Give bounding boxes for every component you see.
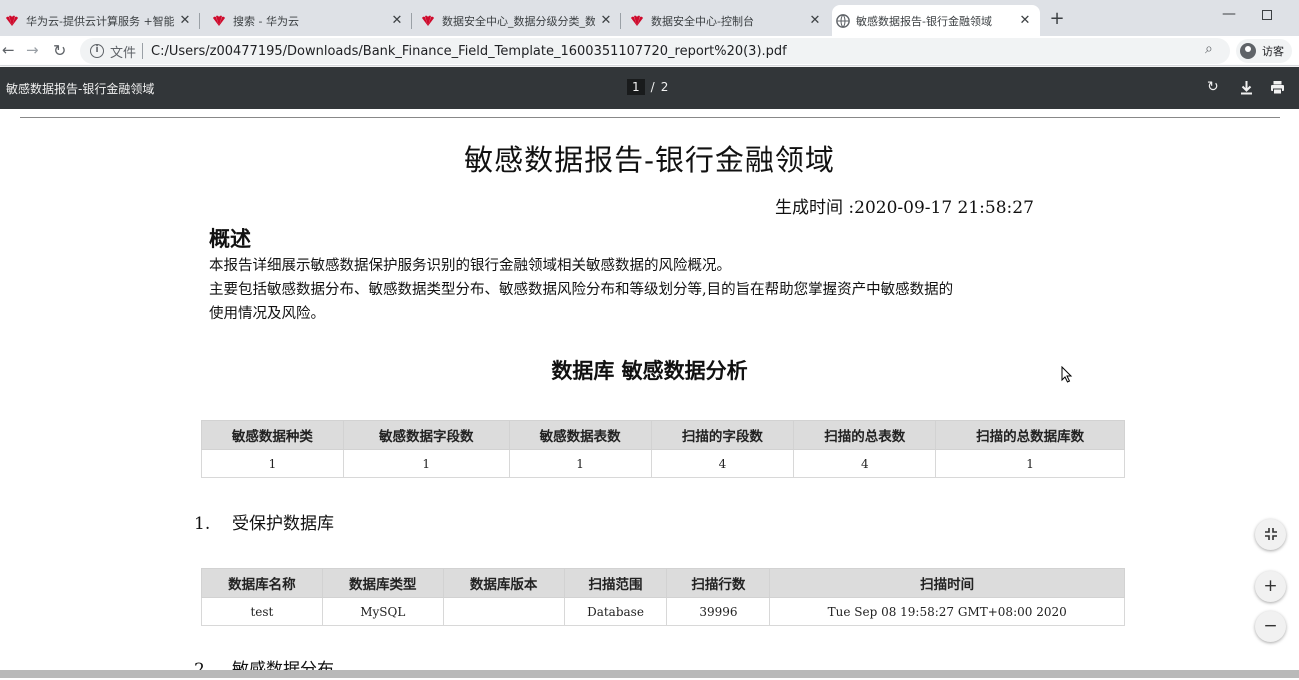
table-header-cell: 扫描的字段数 [650,420,795,450]
download-icon[interactable] [1240,80,1253,95]
table-header-row: 数据库名称 数据库类型 数据库版本 扫描范围 扫描行数 扫描时间 [201,568,1125,598]
table-cell: 4 [650,449,795,478]
overview-heading: 概述 [209,226,251,251]
tab-close-icon[interactable]: ✕ [390,13,404,28]
tab-title: 华为云-提供云计算服务 +智能, [26,14,174,28]
avatar-icon [1240,43,1256,59]
tab-title: 敏感数据报告-银行金融领域 [856,14,992,28]
subsection-label: 受保护数据库 [232,514,334,534]
section-title: 数据库 敏感数据分析 [551,358,748,383]
magnifier-icon[interactable]: ⌕ [1205,41,1213,57]
profile-label: 访客 [1262,45,1284,58]
forward-arrow-icon[interactable]: → [26,41,39,59]
profile-button[interactable]: 访客 [1236,39,1292,63]
page-number-input[interactable]: 1 [627,79,645,95]
table-header-cell: 敏感数据字段数 [342,420,510,450]
back-arrow-icon[interactable]: ← [2,41,15,59]
table-header-cell: 扫描范围 [563,568,668,598]
new-tab-button[interactable]: + [1046,8,1068,29]
table-row: test MySQL Database 39996 Tue Sep 08 19:… [201,597,1125,626]
window-maximize-button[interactable] [1262,10,1272,20]
horizontal-scrollbar[interactable] [0,670,1299,678]
zoom-in-icon[interactable]: + [1255,571,1286,602]
tab-title: 搜索 - 华为云 [233,14,299,28]
overview-line-3: 使用情况及风险。 [209,306,325,322]
tab-search[interactable]: 搜索 - 华为云 ✕ [207,5,412,36]
table-cell: 1 [201,449,344,478]
window-minimize-button[interactable]: — [1222,6,1236,22]
address-bar[interactable]: i 文件 C:/Users/z00477195/Downloads/Bank_F… [80,38,1230,64]
rotate-icon[interactable]: ↻ [1207,79,1219,95]
table-header-cell: 扫描行数 [666,568,771,598]
table-cell: 1 [342,449,510,478]
table-header-cell: 扫描时间 [769,568,1125,598]
tab-close-icon[interactable]: ✕ [1018,13,1032,28]
table-header-row: 敏感数据种类 敏感数据字段数 敏感数据表数 扫描的字段数 扫描的总表数 扫描的总… [201,420,1125,450]
database-table: 数据库名称 数据库类型 数据库版本 扫描范围 扫描行数 扫描时间 test My… [201,568,1125,626]
table-cell: 4 [793,449,937,478]
table-header-cell: 数据库版本 [442,568,565,598]
info-icon[interactable]: i [90,44,104,58]
tab-strip: 华为云-提供云计算服务 +智能, ✕ 搜索 - 华为云 ✕ 数据安全中心_数据分… [0,0,1299,36]
page-indicator: 1 / 2 [627,79,668,95]
huawei-logo-icon [6,15,18,26]
table-header-cell: 数据库名称 [201,568,323,598]
page-total: 2 [660,80,669,94]
pdf-viewport[interactable]: 敏感数据报告-银行金融领域 生成时间 :2020-09-17 21:58:27 … [0,109,1299,680]
url-divider [142,43,144,59]
table-header-cell: 敏感数据表数 [508,420,652,450]
page-top-rule [20,117,1280,118]
report-title: 敏感数据报告-银行金融领域 [464,143,835,177]
table-cell: Database [563,597,668,626]
table-header-cell: 扫描的总表数 [793,420,937,450]
browser-toolbar: ← → ↻ i 文件 C:/Users/z00477195/Downloads/… [0,36,1299,66]
overview-line-1: 本报告详细展示敏感数据保护服务识别的银行金融领域相关敏感数据的风险概况。 [209,258,731,274]
tab-report-active[interactable]: 敏感数据报告-银行金融领域 ✕ [832,5,1040,36]
table-header-cell: 敏感数据种类 [201,420,344,450]
tab-huawei-cloud[interactable]: 华为云-提供云计算服务 +智能, ✕ [0,5,200,36]
reload-icon[interactable]: ↻ [53,41,66,60]
tab-dsc-console[interactable]: 数据安全中心-控制台 ✕ [625,5,830,36]
huawei-logo-icon [422,15,434,26]
url-text[interactable]: C:/Users/z00477195/Downloads/Bank_Financ… [151,44,787,59]
table-cell: Tue Sep 08 19:58:27 GMT+08:00 2020 [769,597,1125,626]
zoom-out-icon[interactable]: − [1255,611,1286,642]
mouse-cursor-icon [1061,366,1073,383]
table-header-cell: 数据库类型 [321,568,444,598]
fit-page-icon[interactable] [1255,519,1286,550]
page-separator: / [650,80,655,94]
tab-close-icon[interactable]: ✕ [178,13,192,28]
table-cell: 1 [935,449,1125,478]
huawei-logo-icon [213,15,225,26]
subsection-number: 1. [194,514,211,534]
tab-close-icon[interactable]: ✕ [808,13,822,28]
table-cell [442,597,565,626]
overview-line-2: 主要包括敏感数据分布、敏感数据类型分布、敏感数据风险分布和等级划分等,目的旨在帮… [209,282,954,298]
print-icon[interactable] [1270,80,1285,95]
table-cell: 39996 [666,597,771,626]
table-cell: 1 [508,449,652,478]
tab-dsc-product[interactable]: 数据安全中心_数据分级分类_数据 ✕ [416,5,621,36]
summary-table: 敏感数据种类 敏感数据字段数 敏感数据表数 扫描的字段数 扫描的总表数 扫描的总… [201,420,1125,478]
table-header-cell: 扫描的总数据库数 [935,420,1125,450]
subsection-protected-db: 1. 受保护数据库 [194,509,334,534]
pdf-title: 敏感数据报告-银行金融领域 [6,82,155,96]
url-scheme-label: 文件 [110,45,137,61]
table-cell: test [201,597,323,626]
generated-time: 生成时间 :2020-09-17 21:58:27 [775,198,1034,218]
table-row: 1 1 1 4 4 1 [201,449,1125,478]
huawei-logo-icon [631,15,643,26]
tab-title: 数据安全中心_数据分级分类_数据 [442,14,595,28]
globe-icon [836,13,850,28]
pdf-toolbar: 敏感数据报告-银行金融领域 1 / 2 ↻ [0,67,1299,109]
table-cell: MySQL [321,597,444,626]
tab-close-icon[interactable]: ✕ [599,13,613,28]
tab-title: 数据安全中心-控制台 [651,14,754,28]
